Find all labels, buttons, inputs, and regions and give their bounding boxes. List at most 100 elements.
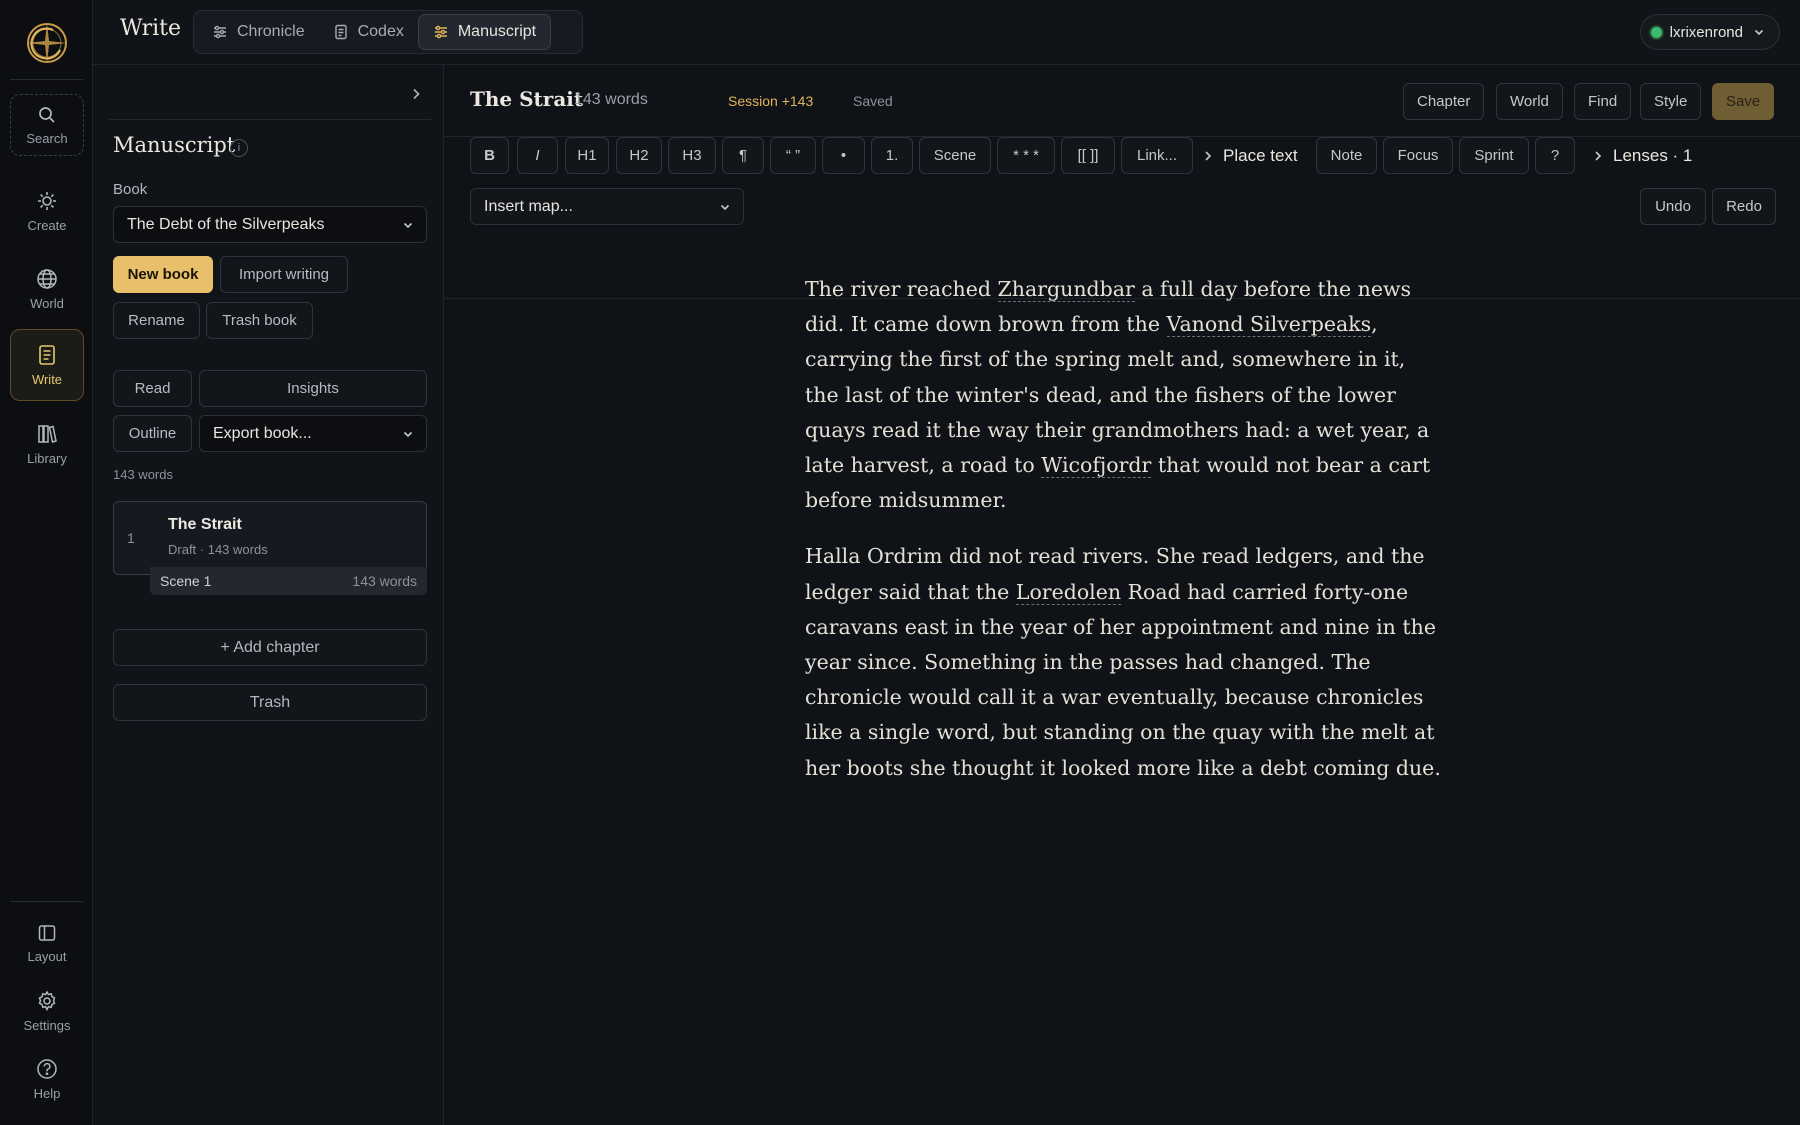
rail-help[interactable]: Help <box>10 1048 84 1110</box>
rail-world[interactable]: World <box>10 256 84 322</box>
trash-book-button[interactable]: Trash book <box>206 302 313 339</box>
rail-layout[interactable]: Layout <box>10 912 84 974</box>
tab-manuscript-label: Manuscript <box>457 23 537 40</box>
style-button[interactable]: Style <box>1640 83 1702 120</box>
scene-label: Scene 1 <box>160 573 212 589</box>
editor: The Strait 143 words Session +143 Saved … <box>444 65 1800 1125</box>
place-text-label: Place text <box>1223 145 1298 165</box>
book-select[interactable]: The Debt of the Silverpeaks <box>113 206 427 243</box>
rail-divider <box>10 79 83 80</box>
read-button[interactable]: Read <box>113 370 192 407</box>
tab-chronicle[interactable]: Chronicle <box>198 14 319 50</box>
world-button[interactable]: World <box>1496 83 1563 120</box>
h1-button[interactable]: H1 <box>565 137 609 174</box>
chapter-button[interactable]: Chapter <box>1403 83 1485 120</box>
undo-button[interactable]: Undo <box>1640 188 1706 225</box>
import-writing-button[interactable]: Import writing <box>220 256 348 293</box>
scene-break-button[interactable]: * * * <box>997 137 1055 174</box>
chevron-down-icon <box>720 204 730 210</box>
document-word-count: 143 words <box>574 91 648 108</box>
rail-create[interactable]: Create <box>10 178 84 244</box>
tab-codex-label: Codex <box>357 23 404 40</box>
quote-button[interactable]: “ ” <box>770 137 816 174</box>
rail-divider <box>10 901 83 902</box>
chapter-item[interactable]: 1 The Strait Draft · 143 words <box>113 501 427 575</box>
place-text-toggle[interactable]: Place text <box>1202 137 1298 174</box>
rail-library[interactable]: Library <box>10 411 84 477</box>
collapse-panel-button[interactable] <box>409 87 423 105</box>
bold-button[interactable]: B <box>470 137 509 174</box>
rail-write-label: Write <box>31 371 63 387</box>
book-word-count: 143 words <box>113 467 173 482</box>
italic-button[interactable]: I <box>517 137 558 174</box>
chevron-right-icon <box>1595 150 1602 161</box>
tab-codex[interactable]: Codex <box>319 14 418 50</box>
export-select[interactable]: Export book... <box>199 415 427 452</box>
document-title: The Strait <box>470 87 584 111</box>
rail-settings[interactable]: Settings <box>10 980 84 1042</box>
chevron-down-icon <box>1754 29 1764 36</box>
manuscript-panel: Manuscript i Book The Debt of the Silver… <box>93 65 444 1125</box>
numbered-list-button[interactable]: 1. <box>871 137 913 174</box>
link-button[interactable]: Link... <box>1121 137 1193 174</box>
manuscript-text[interactable]: The river reached Zhargundbar a full day… <box>805 272 1445 807</box>
mode-tabs: Chronicle Codex Manuscript <box>193 10 583 54</box>
scene-button[interactable]: Scene <box>919 137 991 174</box>
lenses-toggle[interactable]: Lenses · 1 <box>1592 137 1692 174</box>
left-rail: Search Create World Write Library Layout… <box>0 0 93 1125</box>
entity-link[interactable]: Zhargundbar <box>997 277 1135 302</box>
entity-link[interactable]: Wicofjordr <box>1041 453 1152 479</box>
bullet-list-button[interactable]: • <box>822 137 865 174</box>
add-chapter-button[interactable]: + Add chapter <box>113 629 427 666</box>
notebook-icon <box>39 344 55 365</box>
user-name: lxrixenrond <box>1669 23 1743 41</box>
panel-title: Manuscript <box>113 133 236 157</box>
book-select-value: The Debt of the Silverpeaks <box>127 215 325 233</box>
redo-button[interactable]: Redo <box>1712 188 1776 225</box>
entity-link[interactable]: Loredolen <box>1015 579 1122 605</box>
chevron-down-icon <box>403 431 413 437</box>
h2-button[interactable]: H2 <box>616 137 662 174</box>
rail-layout-label: Layout <box>27 948 67 964</box>
sprint-button[interactable]: Sprint <box>1459 137 1529 174</box>
chapter-number: 1 <box>127 530 135 546</box>
insights-button[interactable]: Insights <box>199 370 427 407</box>
rename-button[interactable]: Rename <box>113 302 200 339</box>
rail-search-label: Search <box>26 130 68 146</box>
h3-button[interactable]: H3 <box>668 137 716 174</box>
focus-button[interactable]: Focus <box>1383 137 1453 174</box>
chevron-down-icon <box>403 222 413 228</box>
app-title: Write <box>120 16 182 41</box>
note-button[interactable]: Note <box>1316 137 1377 174</box>
chevron-right-icon <box>413 88 420 100</box>
entity-link[interactable]: Vanond Silverpeaks <box>1166 312 1372 338</box>
gear-icon <box>38 989 56 1011</box>
tab-manuscript[interactable]: Manuscript <box>417 14 552 50</box>
trash-button[interactable]: Trash <box>113 684 427 721</box>
lenses-label: Lenses · 1 <box>1613 145 1693 165</box>
info-icon[interactable]: i <box>230 139 248 157</box>
user-menu[interactable]: lxrixenrond <box>1639 14 1780 50</box>
rail-search[interactable]: Search <box>10 94 84 156</box>
layout-icon <box>38 924 56 941</box>
scene-word-count: 143 words <box>352 573 417 589</box>
sliders-icon <box>434 25 447 39</box>
outline-button[interactable]: Outline <box>113 415 192 452</box>
scene-item[interactable]: Scene 1 143 words <box>150 567 427 595</box>
new-book-button[interactable]: New book <box>113 256 213 293</box>
globe-icon <box>37 268 57 289</box>
save-button[interactable]: Save <box>1712 83 1775 120</box>
paragraph[interactable]: The river reached Zhargundbar a full day… <box>805 272 1445 518</box>
paragraph[interactable]: Halla Ordrim did not read rivers. She re… <box>805 539 1445 785</box>
help-button[interactable]: ? <box>1535 137 1575 174</box>
document-icon <box>334 24 347 40</box>
insert-map-select[interactable]: Insert map... <box>470 188 744 225</box>
find-button[interactable]: Find <box>1574 83 1632 120</box>
app-logo[interactable] <box>24 20 70 66</box>
wikilink-button[interactable]: [[ ]] <box>1061 137 1115 174</box>
paragraph-button[interactable]: ¶ <box>722 137 764 174</box>
chapter-title: The Strait <box>168 516 242 533</box>
top-bar: Write Chronicle Codex Manuscript lxrixen… <box>93 0 1800 65</box>
rail-write[interactable]: Write <box>10 329 84 401</box>
rail-world-label: World <box>30 295 64 311</box>
